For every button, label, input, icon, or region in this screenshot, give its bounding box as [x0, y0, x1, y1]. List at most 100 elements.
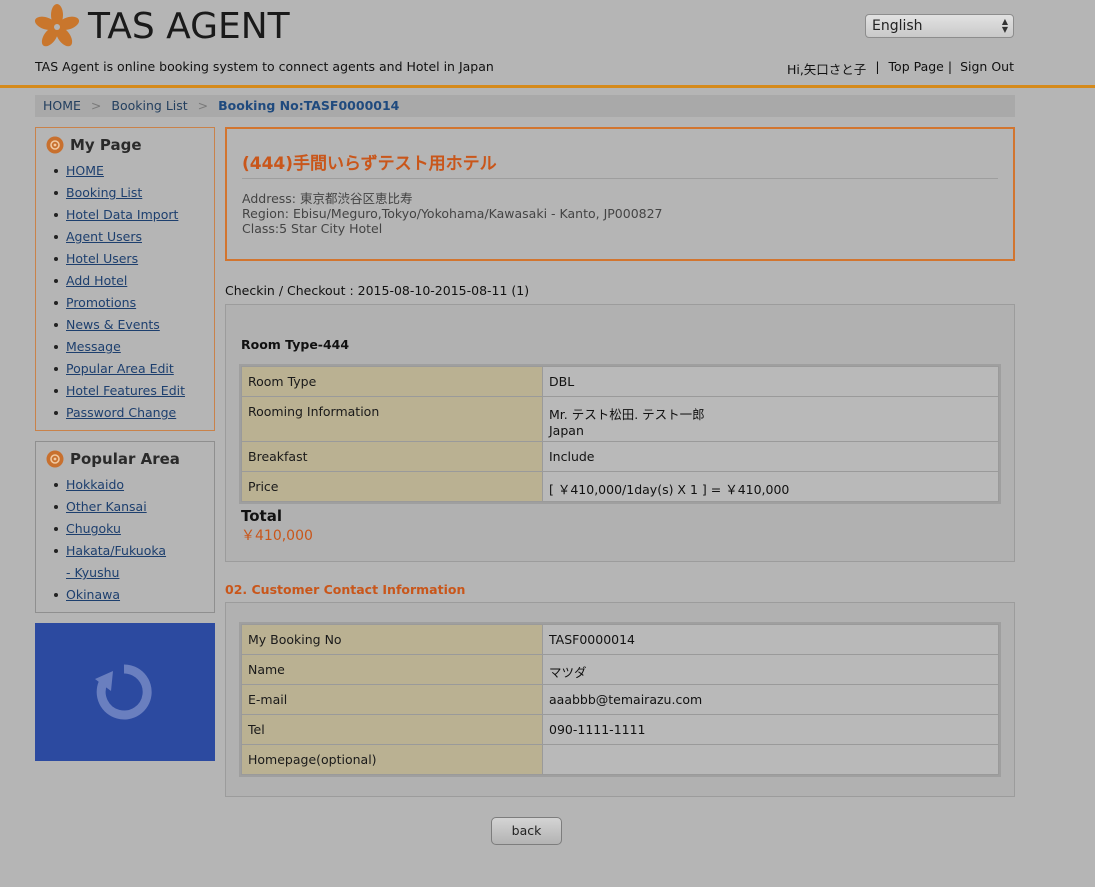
price-value: [ ￥410,000/1day(s) X 1 ] = ￥410,000	[542, 471, 999, 502]
room-details-box: Room Type-444 Room Type DBL Rooming Info…	[225, 304, 1015, 562]
hotel-name: (444)手間いらずテスト用ホテル	[242, 149, 998, 179]
reload-icon	[95, 664, 152, 720]
menu-item-agent-users: Agent Users	[52, 226, 204, 248]
language-select[interactable]: English ▲ ▼	[865, 14, 1014, 38]
table-row: My Booking No TASF0000014	[241, 624, 999, 655]
checkin-checkout: Checkin / Checkout : 2015-08-10-2015-08-…	[225, 283, 530, 298]
popular-area-title: Popular Area	[46, 450, 204, 468]
rooming-info-value: Mr. テスト松田. テスト一郎 Japan	[542, 396, 999, 442]
menu-item-booking-list: Booking List	[52, 182, 204, 204]
my-page-title: My Page	[46, 136, 204, 154]
back-button[interactable]: back	[491, 817, 562, 845]
room-type-title: Room Type-444	[241, 337, 350, 352]
menu-item-add-hotel: Add Hotel	[52, 270, 204, 292]
popular-area-panel: Popular Area Hokkaido Other Kansai Chugo…	[35, 441, 215, 613]
area-link-other-kansai[interactable]: Other Kansai	[66, 499, 147, 514]
breadcrumb-home[interactable]: HOME	[43, 98, 81, 113]
area-link-chugoku[interactable]: Chugoku	[66, 521, 121, 536]
menu-item-promotions: Promotions	[52, 292, 204, 314]
sign-out-link[interactable]: Sign Out	[960, 59, 1014, 78]
total-value: ￥410,000	[241, 528, 313, 544]
area-item-hokkaido: Hokkaido	[52, 474, 204, 496]
breadcrumb-booking-list[interactable]: Booking List	[111, 98, 187, 113]
hotel-region: Region: Ebisu/Meguro,Tokyo/Yokohama/Kawa…	[242, 206, 663, 221]
table-row: Tel 090-1111-1111	[241, 714, 999, 745]
my-page-menu: HOME Booking List Hotel Data Import Agen…	[46, 160, 204, 424]
greeting: Hi,矢口さと子	[786, 62, 867, 77]
guest-country: Japan	[549, 423, 584, 438]
logo[interactable]: TAS AGENT	[34, 4, 290, 50]
breakfast-value: Include	[542, 441, 999, 472]
contact-section-title: 02. Customer Contact Information	[225, 582, 466, 597]
room-type-value: DBL	[542, 366, 999, 397]
guest-name: Mr. テスト松田. テスト一郎	[549, 407, 705, 422]
homepage-value	[542, 744, 999, 775]
menu-link-promotions[interactable]: Promotions	[66, 295, 136, 310]
booking-no-value: TASF0000014	[542, 624, 999, 655]
menu-item-popular-area-edit: Popular Area Edit	[52, 358, 204, 380]
rooming-info-label: Rooming Information	[241, 396, 543, 442]
top-page-link[interactable]: Top Page	[889, 59, 944, 78]
hotel-class: Class:5 Star City Hotel	[242, 221, 383, 236]
menu-item-hotel-users: Hotel Users	[52, 248, 204, 270]
area-item-okinawa: Okinawa	[52, 584, 204, 606]
menu-link-hotel-data-import[interactable]: Hotel Data Import	[66, 207, 178, 222]
menu-link-hotel-users[interactable]: Hotel Users	[66, 251, 138, 266]
tel-value: 090-1111-1111	[542, 714, 999, 745]
menu-item-message: Message	[52, 336, 204, 358]
contact-info-box: My Booking No TASF0000014 Name マツダ E-mai…	[225, 602, 1015, 797]
hotel-details: Address: 東京都渋谷区恵比寿 Region: Ebisu/Meguro,…	[242, 191, 998, 236]
menu-link-hotel-features-edit[interactable]: Hotel Features Edit	[66, 383, 185, 398]
menu-item-news-events: News & Events	[52, 314, 204, 336]
breadcrumb-current: Booking No:TASF0000014	[218, 98, 400, 113]
table-row: Rooming Information Mr. テスト松田. テスト一郎 Jap…	[241, 396, 999, 442]
room-table: Room Type DBL Rooming Information Mr. テス…	[239, 364, 1001, 504]
hotel-info-panel: (444)手間いらずテスト用ホテル Address: 東京都渋谷区恵比寿 Reg…	[225, 127, 1015, 261]
flower-bullet-icon	[46, 450, 64, 468]
menu-link-password-change[interactable]: Password Change	[66, 405, 176, 420]
breadcrumb-separator: >	[197, 98, 209, 113]
user-nav: Hi,矢口さと子 | Top Page | Sign Out	[786, 59, 1014, 78]
homepage-label: Homepage(optional)	[241, 744, 543, 775]
table-row: Name マツダ	[241, 654, 999, 685]
breadcrumb-separator: >	[90, 98, 102, 113]
tagline: TAS Agent is online booking system to co…	[35, 59, 494, 74]
tel-label: Tel	[241, 714, 543, 745]
area-link-hokkaido[interactable]: Hokkaido	[66, 477, 124, 492]
select-arrows-icon: ▲ ▼	[1001, 17, 1008, 34]
logo-text: TAS AGENT	[88, 6, 290, 47]
booking-no-label: My Booking No	[241, 624, 543, 655]
area-item-other-kansai: Other Kansai	[52, 496, 204, 518]
breadcrumb: HOME > Booking List > Booking No:TASF0000014	[35, 95, 1015, 117]
hotel-address: Address: 東京都渋谷区恵比寿	[242, 191, 413, 206]
menu-link-popular-area-edit[interactable]: Popular Area Edit	[66, 361, 174, 376]
table-row: Price [ ￥410,000/1day(s) X 1 ] = ￥410,00…	[241, 471, 999, 502]
language-value: English	[872, 18, 923, 34]
menu-link-add-hotel[interactable]: Add Hotel	[66, 273, 127, 288]
area-item-hakata: Hakata/Fukuoka - Kyushu	[52, 540, 172, 584]
total-label: Total	[241, 507, 282, 525]
flower-bullet-icon	[46, 136, 64, 154]
table-row: Homepage(optional)	[241, 744, 999, 775]
name-label: Name	[241, 654, 543, 685]
loading-banner	[35, 623, 215, 761]
menu-item-hotel-data-import: Hotel Data Import	[52, 204, 204, 226]
table-row: E-mail aaabbb@temairazu.com	[241, 684, 999, 715]
room-type-label: Room Type	[241, 366, 543, 397]
table-row: Room Type DBL	[241, 366, 999, 397]
my-page-panel: My Page HOME Booking List Hotel Data Imp…	[35, 127, 215, 431]
menu-link-home[interactable]: HOME	[66, 163, 104, 178]
table-row: Breakfast Include	[241, 441, 999, 472]
menu-link-agent-users[interactable]: Agent Users	[66, 229, 142, 244]
popular-area-list: Hokkaido Other Kansai Chugoku Hakata/Fuk…	[46, 474, 204, 606]
area-item-chugoku: Chugoku	[52, 518, 204, 540]
contact-table: My Booking No TASF0000014 Name マツダ E-mai…	[239, 622, 1001, 777]
menu-link-message[interactable]: Message	[66, 339, 121, 354]
menu-link-booking-list[interactable]: Booking List	[66, 185, 142, 200]
area-link-hakata[interactable]: Hakata/Fukuoka - Kyushu	[66, 543, 166, 580]
area-link-okinawa[interactable]: Okinawa	[66, 587, 120, 602]
breakfast-label: Breakfast	[241, 441, 543, 472]
menu-item-home: HOME	[52, 160, 204, 182]
menu-item-hotel-features-edit: Hotel Features Edit	[52, 380, 204, 402]
menu-link-news-events[interactable]: News & Events	[66, 317, 160, 332]
